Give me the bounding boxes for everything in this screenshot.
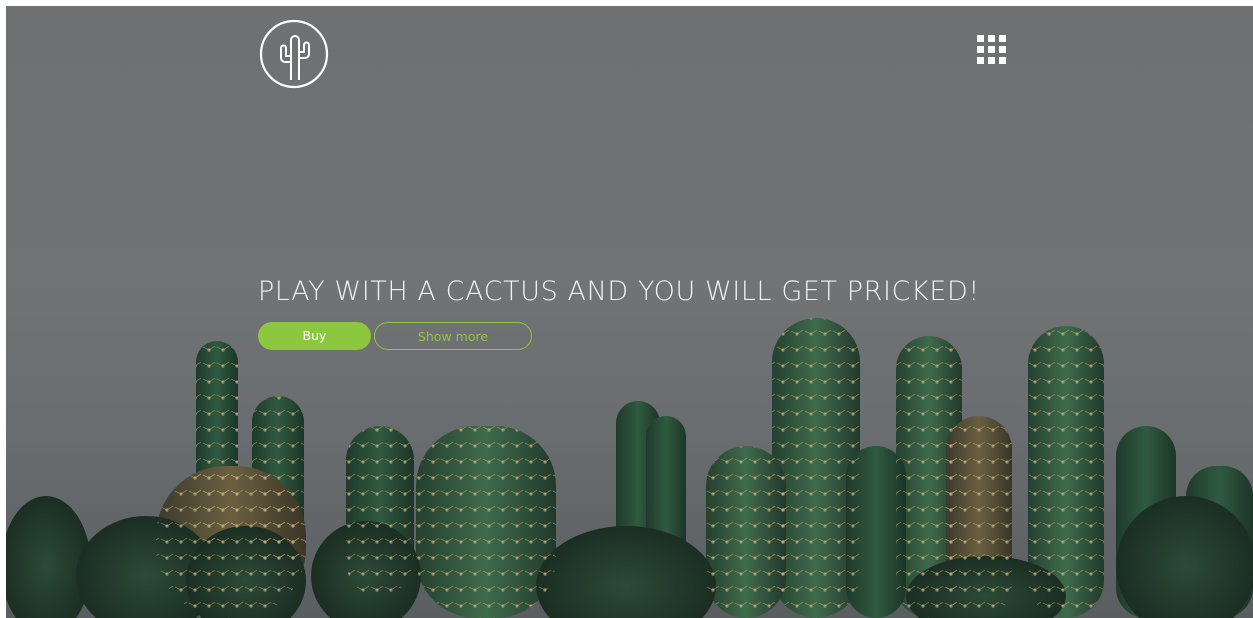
- cactus-logo-icon[interactable]: [258, 18, 330, 90]
- cactus-background-image: [6, 318, 1253, 618]
- hero-headline: PLAY WITH A CACTUS AND YOU WILL GET PRIC…: [258, 276, 980, 307]
- show-more-button[interactable]: Show more: [374, 322, 532, 350]
- hero-section: PLAY WITH A CACTUS AND YOU WILL GET PRIC…: [6, 6, 1253, 618]
- grid-menu-icon[interactable]: [975, 33, 1009, 67]
- buy-button[interactable]: Buy: [258, 322, 371, 350]
